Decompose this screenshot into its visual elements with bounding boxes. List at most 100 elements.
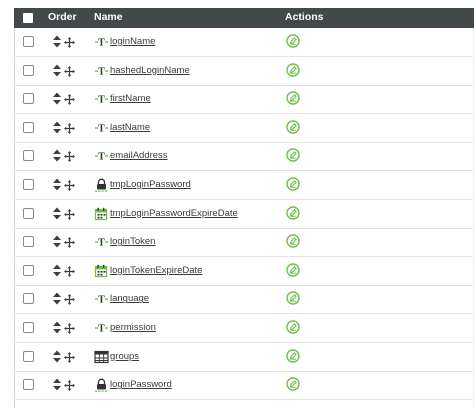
field-name-link[interactable]: emailAddress	[110, 150, 168, 161]
sort-arrows-icon[interactable]	[52, 64, 62, 77]
field-name-link[interactable]: hashedLoginName	[110, 65, 190, 76]
row-checkbox[interactable]	[23, 207, 34, 219]
move-handle-icon[interactable]	[64, 264, 75, 277]
row-checkbox[interactable]	[23, 121, 34, 133]
svg-text:T: T	[98, 295, 105, 306]
sort-arrows-icon[interactable]	[52, 121, 62, 134]
table-row: groups	[14, 343, 474, 372]
sort-arrows-icon[interactable]	[52, 207, 62, 220]
table-row: TloginName	[14, 28, 474, 57]
row-checkbox[interactable]	[23, 350, 34, 362]
field-name-link[interactable]: language	[110, 293, 149, 304]
order-column-header: Order	[48, 11, 77, 23]
svg-text:T: T	[98, 66, 105, 77]
text-type-icon: T	[94, 321, 109, 335]
edit-icon[interactable]	[286, 205, 300, 220]
sort-arrows-icon[interactable]	[52, 149, 62, 162]
sort-arrows-icon[interactable]	[52, 235, 62, 248]
text-type-icon: T	[94, 292, 109, 306]
move-handle-icon[interactable]	[64, 149, 75, 163]
move-handle-icon[interactable]	[64, 292, 75, 306]
table-row: tmpLoginPassword	[14, 171, 474, 200]
edit-icon[interactable]	[286, 348, 300, 363]
edit-icon[interactable]	[286, 377, 300, 391]
text-type-icon: T	[94, 92, 109, 106]
row-checkbox[interactable]	[23, 236, 34, 248]
field-name-link[interactable]: permission	[110, 322, 156, 333]
edit-icon[interactable]	[286, 291, 300, 306]
edit-icon[interactable]	[286, 91, 300, 105]
table-row: TemailAddress	[14, 142, 474, 172]
edit-icon[interactable]	[286, 62, 300, 77]
row-checkbox[interactable]	[23, 36, 34, 47]
fields-grid: Order Name Actions TloginName ThashedLogi…	[14, 8, 474, 408]
move-handle-icon[interactable]	[64, 92, 75, 106]
move-handle-icon[interactable]	[64, 35, 75, 48]
table-row: TlastName	[14, 114, 474, 143]
field-name-link[interactable]: lastName	[110, 122, 150, 133]
row-checkbox[interactable]	[23, 322, 34, 333]
move-handle-icon[interactable]	[64, 207, 75, 220]
sort-arrows-icon[interactable]	[52, 92, 62, 105]
edit-icon[interactable]	[286, 234, 300, 248]
svg-text:T: T	[98, 324, 105, 335]
field-name-link[interactable]: groups	[110, 351, 139, 362]
text-type-icon: T	[94, 149, 109, 163]
svg-text:T: T	[98, 38, 105, 49]
move-handle-icon[interactable]	[64, 178, 75, 191]
text-type-icon: T	[94, 64, 109, 78]
edit-icon[interactable]	[286, 177, 300, 191]
sort-arrows-icon[interactable]	[52, 378, 62, 391]
move-handle-icon[interactable]	[64, 121, 75, 134]
row-checkbox[interactable]	[23, 150, 34, 162]
edit-icon[interactable]	[286, 148, 300, 163]
move-handle-icon[interactable]	[64, 321, 75, 334]
name-column-header: Name	[94, 11, 123, 23]
table-row: loginTokenExpireDate	[14, 257, 474, 286]
sort-arrows-icon[interactable]	[52, 292, 62, 305]
field-name-link[interactable]: tmpLoginPassword	[110, 179, 191, 190]
field-name-link[interactable]: loginPassword	[110, 379, 172, 390]
table-row: loginPassword	[14, 371, 474, 401]
field-name-link[interactable]: firstName	[110, 93, 151, 104]
table-icon	[94, 350, 109, 364]
edit-icon[interactable]	[286, 120, 300, 134]
edit-icon[interactable]	[286, 320, 300, 334]
svg-text:T: T	[98, 95, 105, 106]
field-name-link[interactable]: tmpLoginPasswordExpireDate	[110, 208, 238, 219]
row-checkbox[interactable]	[23, 93, 34, 105]
move-handle-icon[interactable]	[64, 235, 75, 249]
sort-arrows-icon[interactable]	[52, 264, 62, 277]
row-checkbox[interactable]	[23, 379, 34, 391]
password-lock-icon	[94, 378, 109, 392]
actions-column-header: Actions	[285, 11, 324, 23]
sort-arrows-icon[interactable]	[52, 35, 62, 48]
field-name-link[interactable]: loginTokenExpireDate	[110, 265, 202, 276]
svg-text:T: T	[98, 238, 105, 249]
table-row: TfirstName	[14, 85, 474, 115]
table-row: TloginToken	[14, 228, 474, 258]
edit-icon[interactable]	[286, 34, 300, 48]
row-checkbox[interactable]	[23, 293, 34, 305]
move-handle-icon[interactable]	[64, 350, 75, 363]
row-checkbox[interactable]	[23, 64, 34, 76]
move-handle-icon[interactable]	[64, 64, 75, 77]
sort-arrows-icon[interactable]	[52, 178, 62, 191]
table-row: Tlanguage	[14, 285, 474, 315]
calendar-icon	[94, 207, 109, 221]
edit-icon[interactable]	[286, 263, 300, 277]
text-type-icon: T	[94, 35, 109, 49]
text-type-icon: T	[94, 235, 109, 249]
text-type-icon: T	[94, 121, 109, 135]
move-handle-icon[interactable]	[64, 378, 75, 392]
row-checkbox[interactable]	[23, 264, 34, 276]
sort-arrows-icon[interactable]	[52, 350, 62, 363]
field-name-link[interactable]: loginName	[110, 36, 155, 47]
grid-header: Order Name Actions	[14, 8, 474, 28]
svg-text:T: T	[98, 152, 105, 163]
row-checkbox[interactable]	[23, 179, 34, 190]
field-name-link[interactable]: loginToken	[110, 236, 155, 247]
table-row: Tpermission	[14, 314, 474, 343]
select-all-checkbox[interactable]	[23, 13, 33, 23]
sort-arrows-icon[interactable]	[52, 321, 62, 334]
